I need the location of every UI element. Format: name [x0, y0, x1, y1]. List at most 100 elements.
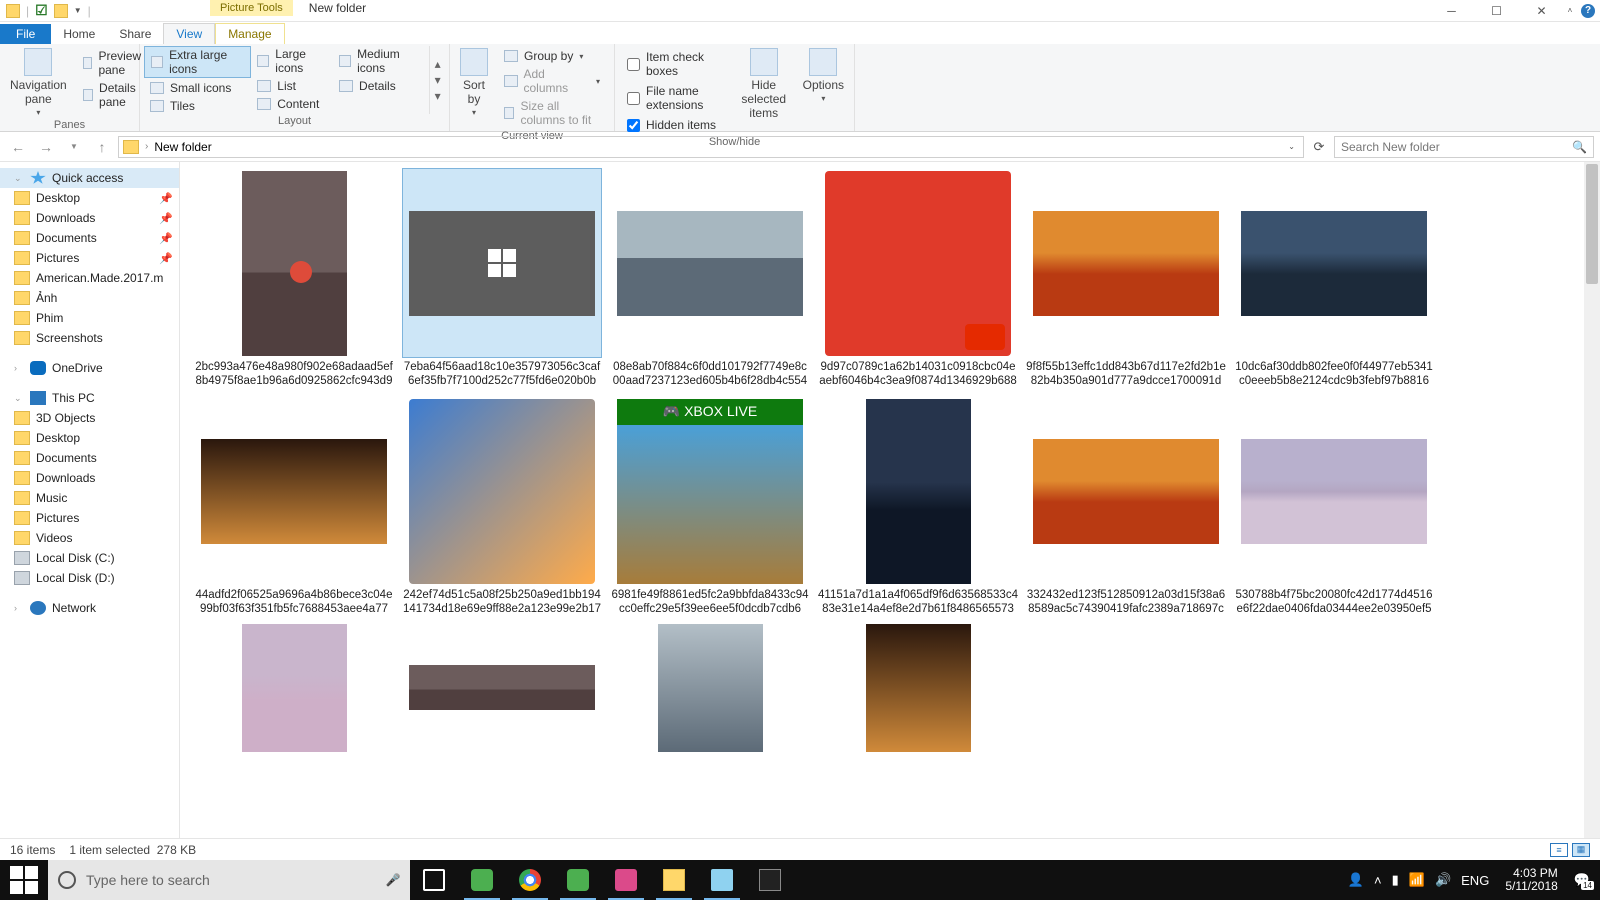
- qat-dropdown-icon[interactable]: ▼: [74, 6, 82, 15]
- layout-large-icons[interactable]: Large icons: [251, 46, 333, 76]
- size-columns-button[interactable]: Size all columns to fit: [498, 98, 606, 128]
- nav-pc-item[interactable]: Music: [0, 488, 179, 508]
- up-button[interactable]: ↑: [90, 135, 114, 159]
- file-item[interactable]: 7eba64f56aad18c10e357973056c3caf6ef35fb7…: [398, 168, 606, 390]
- tray-overflow-icon[interactable]: ˄: [1374, 873, 1382, 888]
- tab-view[interactable]: View: [163, 23, 215, 44]
- refresh-button[interactable]: ⟳: [1308, 139, 1330, 155]
- nav-quick-item[interactable]: Downloads 📌: [0, 208, 179, 228]
- nav-pc-item[interactable]: Pictures: [0, 508, 179, 528]
- file-item[interactable]: [190, 623, 398, 755]
- nav-this-pc[interactable]: ⌄This PC: [0, 388, 179, 408]
- nav-pc-item[interactable]: Videos: [0, 528, 179, 548]
- nav-quick-access[interactable]: ⌄Quick access: [0, 168, 179, 188]
- checkbox-icon[interactable]: [627, 119, 640, 132]
- taskbar-app-photos[interactable]: [746, 860, 794, 900]
- nav-pc-item[interactable]: Desktop: [0, 428, 179, 448]
- new-folder-icon[interactable]: [54, 4, 68, 18]
- task-view-button[interactable]: [410, 860, 458, 900]
- tab-home[interactable]: Home: [51, 24, 107, 44]
- expander-icon[interactable]: ›: [14, 603, 24, 613]
- nav-quick-item[interactable]: Screenshots: [0, 328, 179, 348]
- nav-pc-item[interactable]: Local Disk (D:): [0, 568, 179, 588]
- checkbox-icon[interactable]: [627, 58, 640, 71]
- hide-selected-button[interactable]: Hide selected items: [731, 46, 797, 122]
- view-details-button[interactable]: ≡: [1550, 843, 1568, 857]
- nav-network[interactable]: ›Network: [0, 598, 179, 618]
- taskbar-app-explorer[interactable]: [650, 860, 698, 900]
- file-extensions-toggle[interactable]: File name extensions: [623, 82, 727, 114]
- options-button[interactable]: Options ▾: [797, 46, 850, 105]
- taskbar-app-notepad[interactable]: [698, 860, 746, 900]
- mic-button[interactable]: 🎤: [376, 860, 410, 900]
- file-item[interactable]: [398, 623, 606, 755]
- properties-icon[interactable]: ☑: [35, 2, 48, 19]
- file-item[interactable]: 2bc993a476e48a980f902e68adaad5ef8b4975f8…: [190, 168, 398, 390]
- start-button[interactable]: [0, 860, 48, 900]
- notifications-button[interactable]: 💬14: [1574, 872, 1590, 888]
- volume-icon[interactable]: 🔊: [1435, 872, 1451, 888]
- help-button[interactable]: ?: [1576, 0, 1600, 22]
- navigation-pane-button[interactable]: Navigation pane ▾: [4, 46, 73, 119]
- address-bar[interactable]: › New folder ⌄: [118, 136, 1304, 158]
- tab-manage[interactable]: Manage: [215, 23, 284, 44]
- layout-details[interactable]: Details: [333, 78, 425, 94]
- expander-icon[interactable]: ›: [14, 363, 24, 373]
- file-item[interactable]: 🎮 XBOX LIVE 6981fe49f8861ed5fc2a9bbfda84…: [606, 396, 814, 617]
- scrollbar-thumb[interactable]: [1586, 164, 1598, 284]
- layout-small-icons[interactable]: Small icons: [144, 80, 251, 96]
- maximize-button[interactable]: ☐: [1474, 0, 1519, 22]
- file-item[interactable]: [814, 623, 1022, 755]
- nav-pc-item[interactable]: 3D Objects: [0, 408, 179, 428]
- close-button[interactable]: ✕: [1519, 0, 1564, 22]
- file-item[interactable]: [606, 623, 814, 755]
- address-dropdown-icon[interactable]: ⌄: [1288, 142, 1299, 151]
- file-item[interactable]: 41151a7d1a1a4f065df9f6d63568533c483e31e1…: [814, 396, 1022, 617]
- nav-pc-item[interactable]: Downloads: [0, 468, 179, 488]
- expander-icon[interactable]: ⌄: [14, 393, 24, 404]
- sort-by-button[interactable]: Sort by ▾: [454, 46, 494, 119]
- file-item[interactable]: 9d97c0789c1a62b14031c0918cbc04eaebf6046b…: [814, 168, 1022, 390]
- tab-file[interactable]: File: [0, 24, 51, 44]
- view-icons-button[interactable]: ▦: [1572, 843, 1590, 857]
- layout-medium-icons[interactable]: Medium icons: [333, 46, 425, 76]
- nav-quick-item[interactable]: Documents 📌: [0, 228, 179, 248]
- recent-locations-button[interactable]: ▼: [62, 135, 86, 159]
- forward-button[interactable]: →: [34, 135, 58, 159]
- layout-list[interactable]: List: [251, 78, 333, 94]
- layout-gallery-more[interactable]: ▴▾▾: [429, 46, 445, 114]
- ribbon-toggle-icon[interactable]: ˄: [1564, 0, 1576, 22]
- back-button[interactable]: ←: [6, 135, 30, 159]
- nav-onedrive[interactable]: ›OneDrive: [0, 358, 179, 378]
- taskbar-search[interactable]: Type here to search: [48, 860, 376, 900]
- battery-icon[interactable]: ▮: [1392, 872, 1399, 888]
- nav-pc-item[interactable]: Documents: [0, 448, 179, 468]
- file-item[interactable]: 44adfd2f06525a9696a4b86bece3c04e99bf03f6…: [190, 396, 398, 617]
- nav-quick-item[interactable]: Ảnh: [0, 288, 179, 308]
- taskbar-app-evernote[interactable]: [458, 860, 506, 900]
- file-item[interactable]: 10dc6af30ddb802fee0f0f44977eb5341c0eeeb5…: [1230, 168, 1438, 390]
- layout-extra-large-icons[interactable]: Extra large icons: [144, 46, 251, 78]
- wifi-icon[interactable]: 📶: [1409, 872, 1425, 888]
- item-checkboxes-toggle[interactable]: Item check boxes: [623, 48, 727, 80]
- layout-content[interactable]: Content: [251, 96, 333, 112]
- people-icon[interactable]: 👤: [1348, 872, 1364, 888]
- breadcrumb-segment[interactable]: New folder: [154, 140, 211, 154]
- taskbar-app-evernote2[interactable]: [554, 860, 602, 900]
- file-item[interactable]: 242ef74d51c5a08f25b250a9ed1bb194141734d1…: [398, 396, 606, 617]
- taskbar-app-snip[interactable]: [602, 860, 650, 900]
- file-item[interactable]: 9f8f55b13effc1dd843b67d117e2fd2b1e82b4b3…: [1022, 168, 1230, 390]
- language-indicator[interactable]: ENG: [1461, 873, 1489, 888]
- nav-pc-item[interactable]: Local Disk (C:): [0, 548, 179, 568]
- checkbox-icon[interactable]: [627, 92, 640, 105]
- nav-quick-item[interactable]: American.Made.2017.m: [0, 268, 179, 288]
- search-input[interactable]: Search New folder 🔍: [1334, 136, 1594, 158]
- clock[interactable]: 4:03 PM 5/11/2018: [1499, 867, 1564, 893]
- vertical-scrollbar[interactable]: [1584, 162, 1600, 838]
- nav-quick-item[interactable]: Pictures 📌: [0, 248, 179, 268]
- nav-quick-item[interactable]: Phim: [0, 308, 179, 328]
- file-item[interactable]: 08e8ab70f884c6f0dd101792f7749e8c00aad723…: [606, 168, 814, 390]
- file-item[interactable]: 530788b4f75bc20080fc42d1774d4516e6f22dae…: [1230, 396, 1438, 617]
- minimize-button[interactable]: ─: [1429, 0, 1474, 22]
- nav-quick-item[interactable]: Desktop 📌: [0, 188, 179, 208]
